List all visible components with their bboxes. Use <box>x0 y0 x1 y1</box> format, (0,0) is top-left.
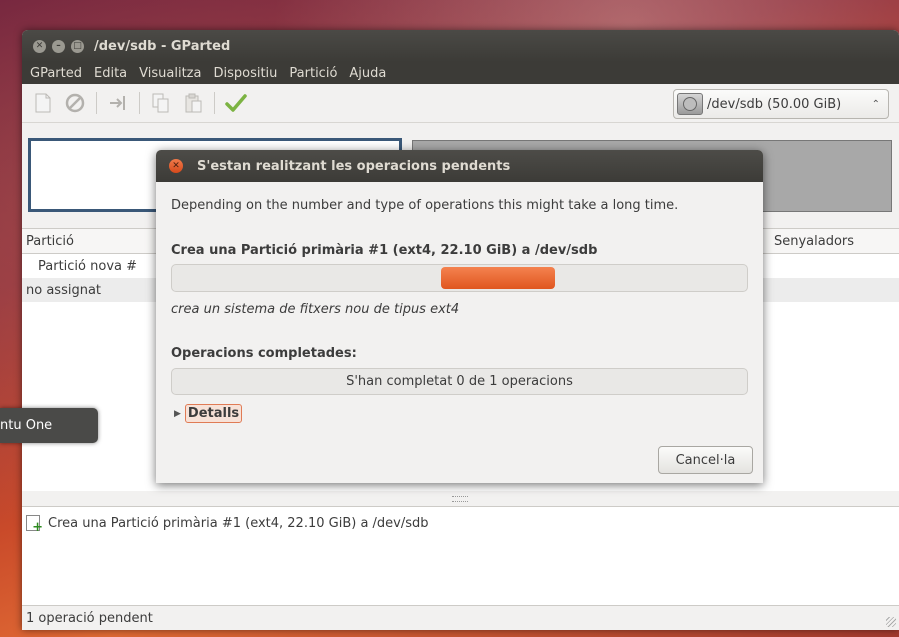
menu-gparted[interactable]: GParted <box>26 66 86 81</box>
column-header-partition[interactable]: Partició <box>26 234 74 249</box>
dialog-titlebar: ✕ S'estan realitzant les operacions pend… <box>156 150 763 182</box>
current-operation-label: Crea una Partició primària #1 (ext4, 22.… <box>171 243 598 258</box>
maximize-icon: □ <box>73 41 82 51</box>
delete-icon[interactable] <box>64 92 86 114</box>
dialog-title: S'estan realitzant les operacions penden… <box>197 158 511 174</box>
tooltip-text: ntu One <box>0 418 53 433</box>
sub-operation-label: crea un sistema de fitxers nou de tipus … <box>171 302 460 317</box>
toolbar-separator <box>96 92 97 114</box>
pane-splitter-handle[interactable] <box>452 496 468 502</box>
completed-operations-progress: S'han completat 0 de 1 operacions <box>171 368 748 395</box>
details-expander[interactable]: ▶ Detalls <box>174 404 243 423</box>
pending-operation-row[interactable]: Crea una Partició primària #1 (ext4, 22.… <box>22 511 899 535</box>
column-header-flags[interactable]: Senyaladors <box>774 234 854 249</box>
status-text: 1 operació pendent <box>26 610 153 626</box>
dialog-close-button[interactable]: ✕ <box>169 159 183 173</box>
partition-name: no assignat <box>26 282 102 298</box>
menu-edit[interactable]: Edita <box>90 66 131 81</box>
expander-arrow-icon: ▶ <box>174 408 181 419</box>
device-selector[interactable]: /dev/sdb (50.00 GiB) ⌃ <box>673 89 889 119</box>
window-maximize-button[interactable]: □ <box>71 39 84 53</box>
toolbar-separator <box>139 92 140 114</box>
resize-move-icon[interactable] <box>107 92 129 114</box>
close-icon: ✕ <box>35 41 44 51</box>
new-partition-icon[interactable] <box>32 92 54 114</box>
copy-icon[interactable] <box>150 92 172 114</box>
window-minimize-button[interactable]: – <box>52 39 65 53</box>
device-label: /dev/sdb (50.00 GiB) <box>707 96 842 112</box>
menu-help[interactable]: Ajuda <box>345 66 390 81</box>
paste-icon[interactable] <box>182 92 204 114</box>
ubuntu-one-tooltip: ntu One <box>0 408 98 443</box>
dialog-description: Depending on the number and type of oper… <box>171 198 679 213</box>
cancel-button[interactable]: Cancel·la <box>658 446 753 474</box>
statusbar: 1 operació pendent <box>22 606 899 630</box>
window-title: /dev/sdb - GParted <box>94 38 231 54</box>
new-partition-icon <box>26 515 43 535</box>
current-operation-progress <box>171 264 748 292</box>
completed-operations-label: Operacions completades: <box>171 346 357 361</box>
minimize-icon: – <box>56 41 61 51</box>
menu-partition[interactable]: Partició <box>285 66 341 81</box>
menubar: GParted Edita Visualitza Dispositiu Part… <box>22 62 899 84</box>
partition-name: Partició nova # <box>38 258 137 274</box>
details-label: Detalls <box>184 404 243 423</box>
menu-device[interactable]: Dispositiu <box>209 66 281 81</box>
harddisk-icon <box>677 93 703 115</box>
spinner-arrows-icon: ⌃ <box>871 98 880 110</box>
pending-operations-list: Crea una Partició primària #1 (ext4, 22.… <box>22 506 899 606</box>
toolbar: /dev/sdb (50.00 GiB) ⌃ <box>22 84 899 123</box>
pending-operation-text: Crea una Partició primària #1 (ext4, 22.… <box>48 515 429 531</box>
menu-view[interactable]: Visualitza <box>135 66 205 81</box>
close-icon: ✕ <box>172 161 180 171</box>
window-close-button[interactable]: ✕ <box>33 39 46 53</box>
progress-pulse <box>441 267 555 289</box>
pending-operations-dialog: ✕ S'estan realitzant les operacions pend… <box>156 150 763 483</box>
resize-grip[interactable] <box>886 617 896 627</box>
window-titlebar: ✕ – □ /dev/sdb - GParted <box>22 30 899 62</box>
toolbar-separator <box>214 92 215 114</box>
apply-icon[interactable] <box>225 92 247 114</box>
completed-operations-text: S'han completat 0 de 1 operacions <box>346 374 573 389</box>
